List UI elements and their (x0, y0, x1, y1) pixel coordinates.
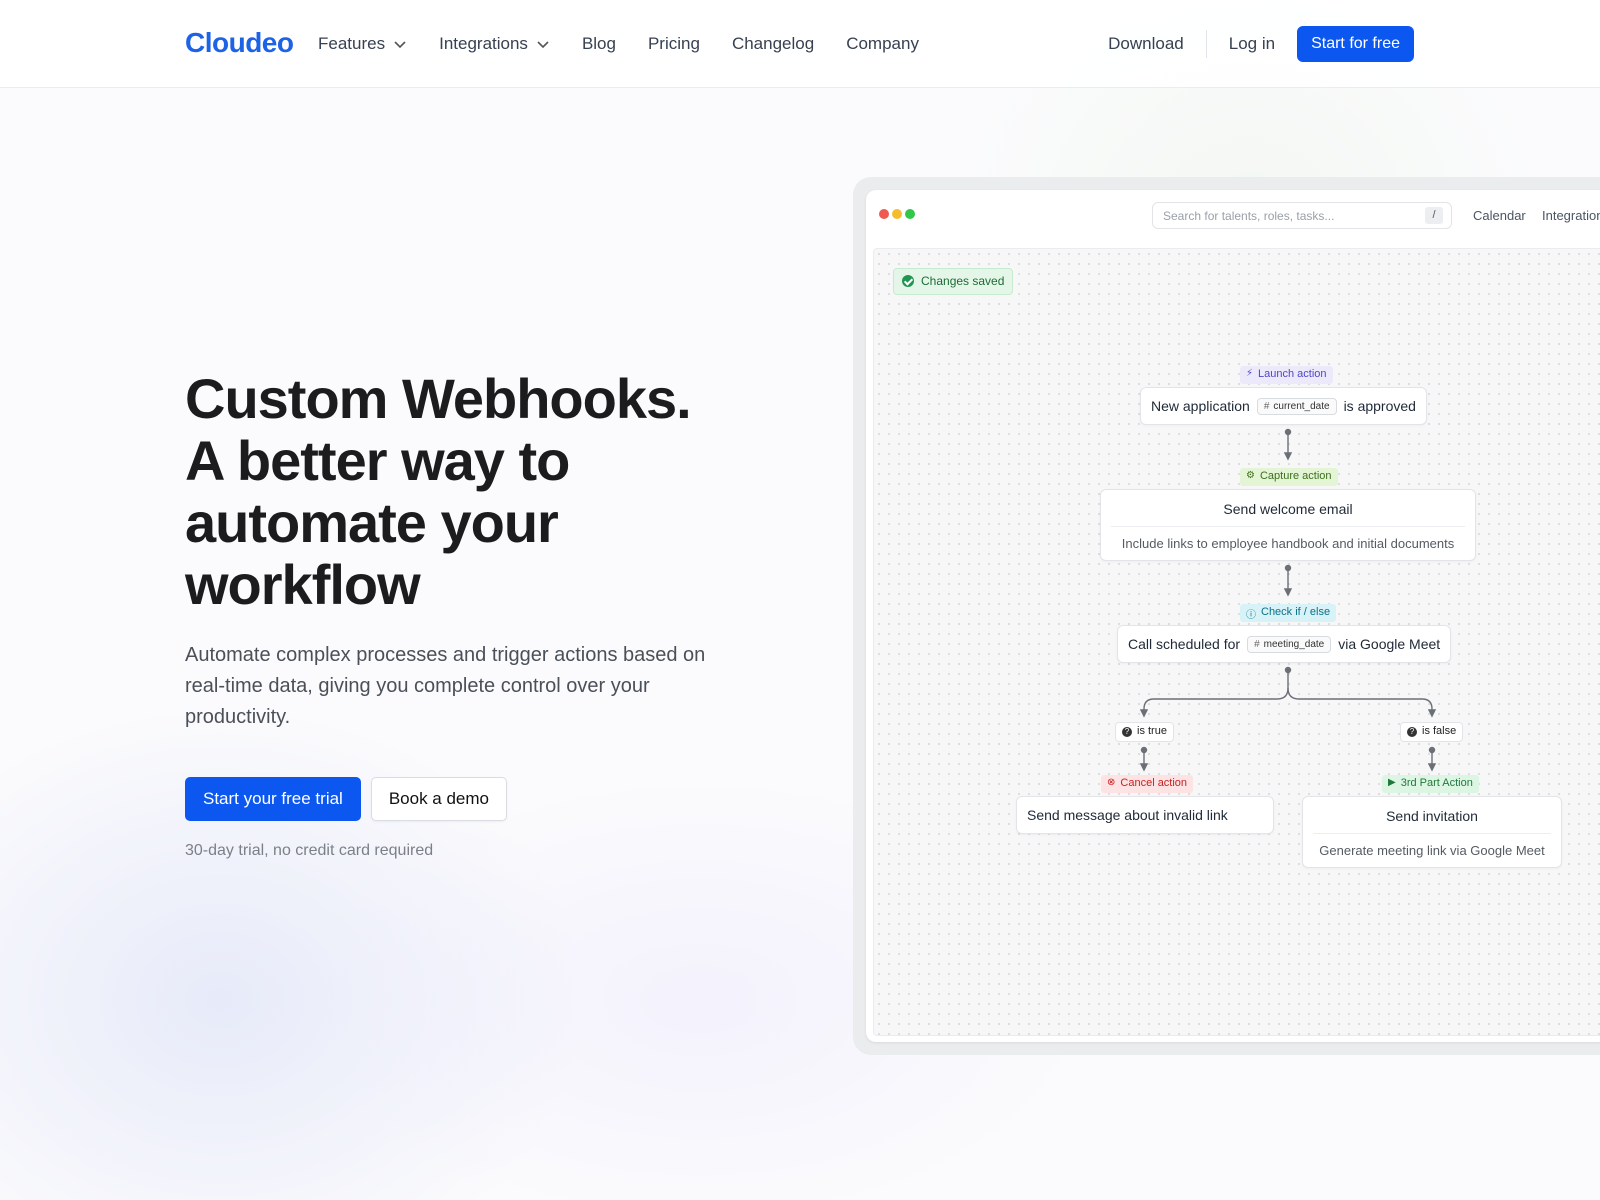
invalid-link-text: Send message about invalid link (1027, 807, 1228, 823)
arrow-down-icon (1427, 709, 1437, 718)
capture-icon: ⚙ (1246, 470, 1255, 481)
launch-node-suffix: is approved (1343, 398, 1416, 414)
launch-action-label: Launch action (1258, 368, 1327, 380)
check-if-else-label: Check if / else (1261, 606, 1331, 618)
lightning-icon: ⚡ (1246, 368, 1254, 379)
call-node-suffix: via Google Meet (1338, 636, 1441, 652)
send-invitation-node[interactable]: Send invitation Generate meeting link vi… (1302, 796, 1562, 868)
launch-node[interactable]: New application # current_date is approv… (1140, 387, 1427, 425)
send-invitation-title: Send invitation (1313, 797, 1551, 834)
branch-true-line (1143, 670, 1289, 712)
condition-true-label: is true (1137, 725, 1167, 737)
question-icon: ? (1122, 727, 1132, 737)
capture-action-label: Capture action (1259, 470, 1332, 482)
send-icon: ▶ (1388, 777, 1396, 788)
arrow-down-icon (1283, 452, 1293, 461)
cancel-action-label: Cancel action (1120, 777, 1188, 789)
x-circle-icon: ⊗ (1107, 777, 1116, 788)
launch-action-tag: ⚡ Launch action (1240, 366, 1333, 384)
arrow-down-icon (1139, 709, 1149, 718)
capture-action-tag: ⚙ Capture action (1240, 468, 1338, 486)
info-icon: ⓘ (1246, 610, 1256, 621)
third-party-action-tag: ▶ 3rd Part Action (1382, 775, 1479, 793)
hash-icon: # (1254, 638, 1260, 650)
launch-node-prefix: New application (1151, 398, 1250, 414)
welcome-email-title: Send welcome email (1111, 490, 1465, 527)
welcome-email-description: Include links to employee handbook and i… (1121, 536, 1455, 551)
hash-icon: # (1263, 400, 1270, 412)
welcome-email-node[interactable]: Send welcome email Include links to empl… (1100, 489, 1476, 561)
arrow-down-icon (1283, 588, 1293, 597)
call-node-prefix: Call scheduled for (1128, 636, 1241, 652)
arrow-down-icon (1139, 763, 1149, 772)
arrow-down-icon (1427, 763, 1437, 772)
call-scheduled-node[interactable]: Call scheduled for # meeting_date via Go… (1117, 625, 1452, 663)
variable-chip-label: meeting_date (1263, 638, 1325, 650)
variable-chip-label: current_date (1273, 400, 1330, 412)
variable-chip[interactable]: # current_date (1256, 397, 1337, 415)
branch-false-line (1287, 687, 1433, 712)
cancel-action-tag: ⊗ Cancel action (1101, 775, 1194, 793)
send-invitation-description: Generate meeting link via Google Meet (1319, 843, 1545, 858)
invalid-link-node[interactable]: Send message about invalid link (1016, 796, 1274, 834)
third-party-action-label: 3rd Part Action (1400, 777, 1473, 789)
condition-false-badge[interactable]: ? is false (1400, 722, 1464, 742)
condition-true-badge[interactable]: ? is true (1115, 722, 1174, 742)
check-if-else-tag: ⓘ Check if / else (1240, 604, 1337, 622)
variable-chip[interactable]: # meeting_date (1247, 635, 1332, 653)
workflow-connectors (1139, 428, 1437, 772)
condition-false-label: is false (1422, 725, 1457, 737)
question-icon: ? (1407, 727, 1417, 737)
